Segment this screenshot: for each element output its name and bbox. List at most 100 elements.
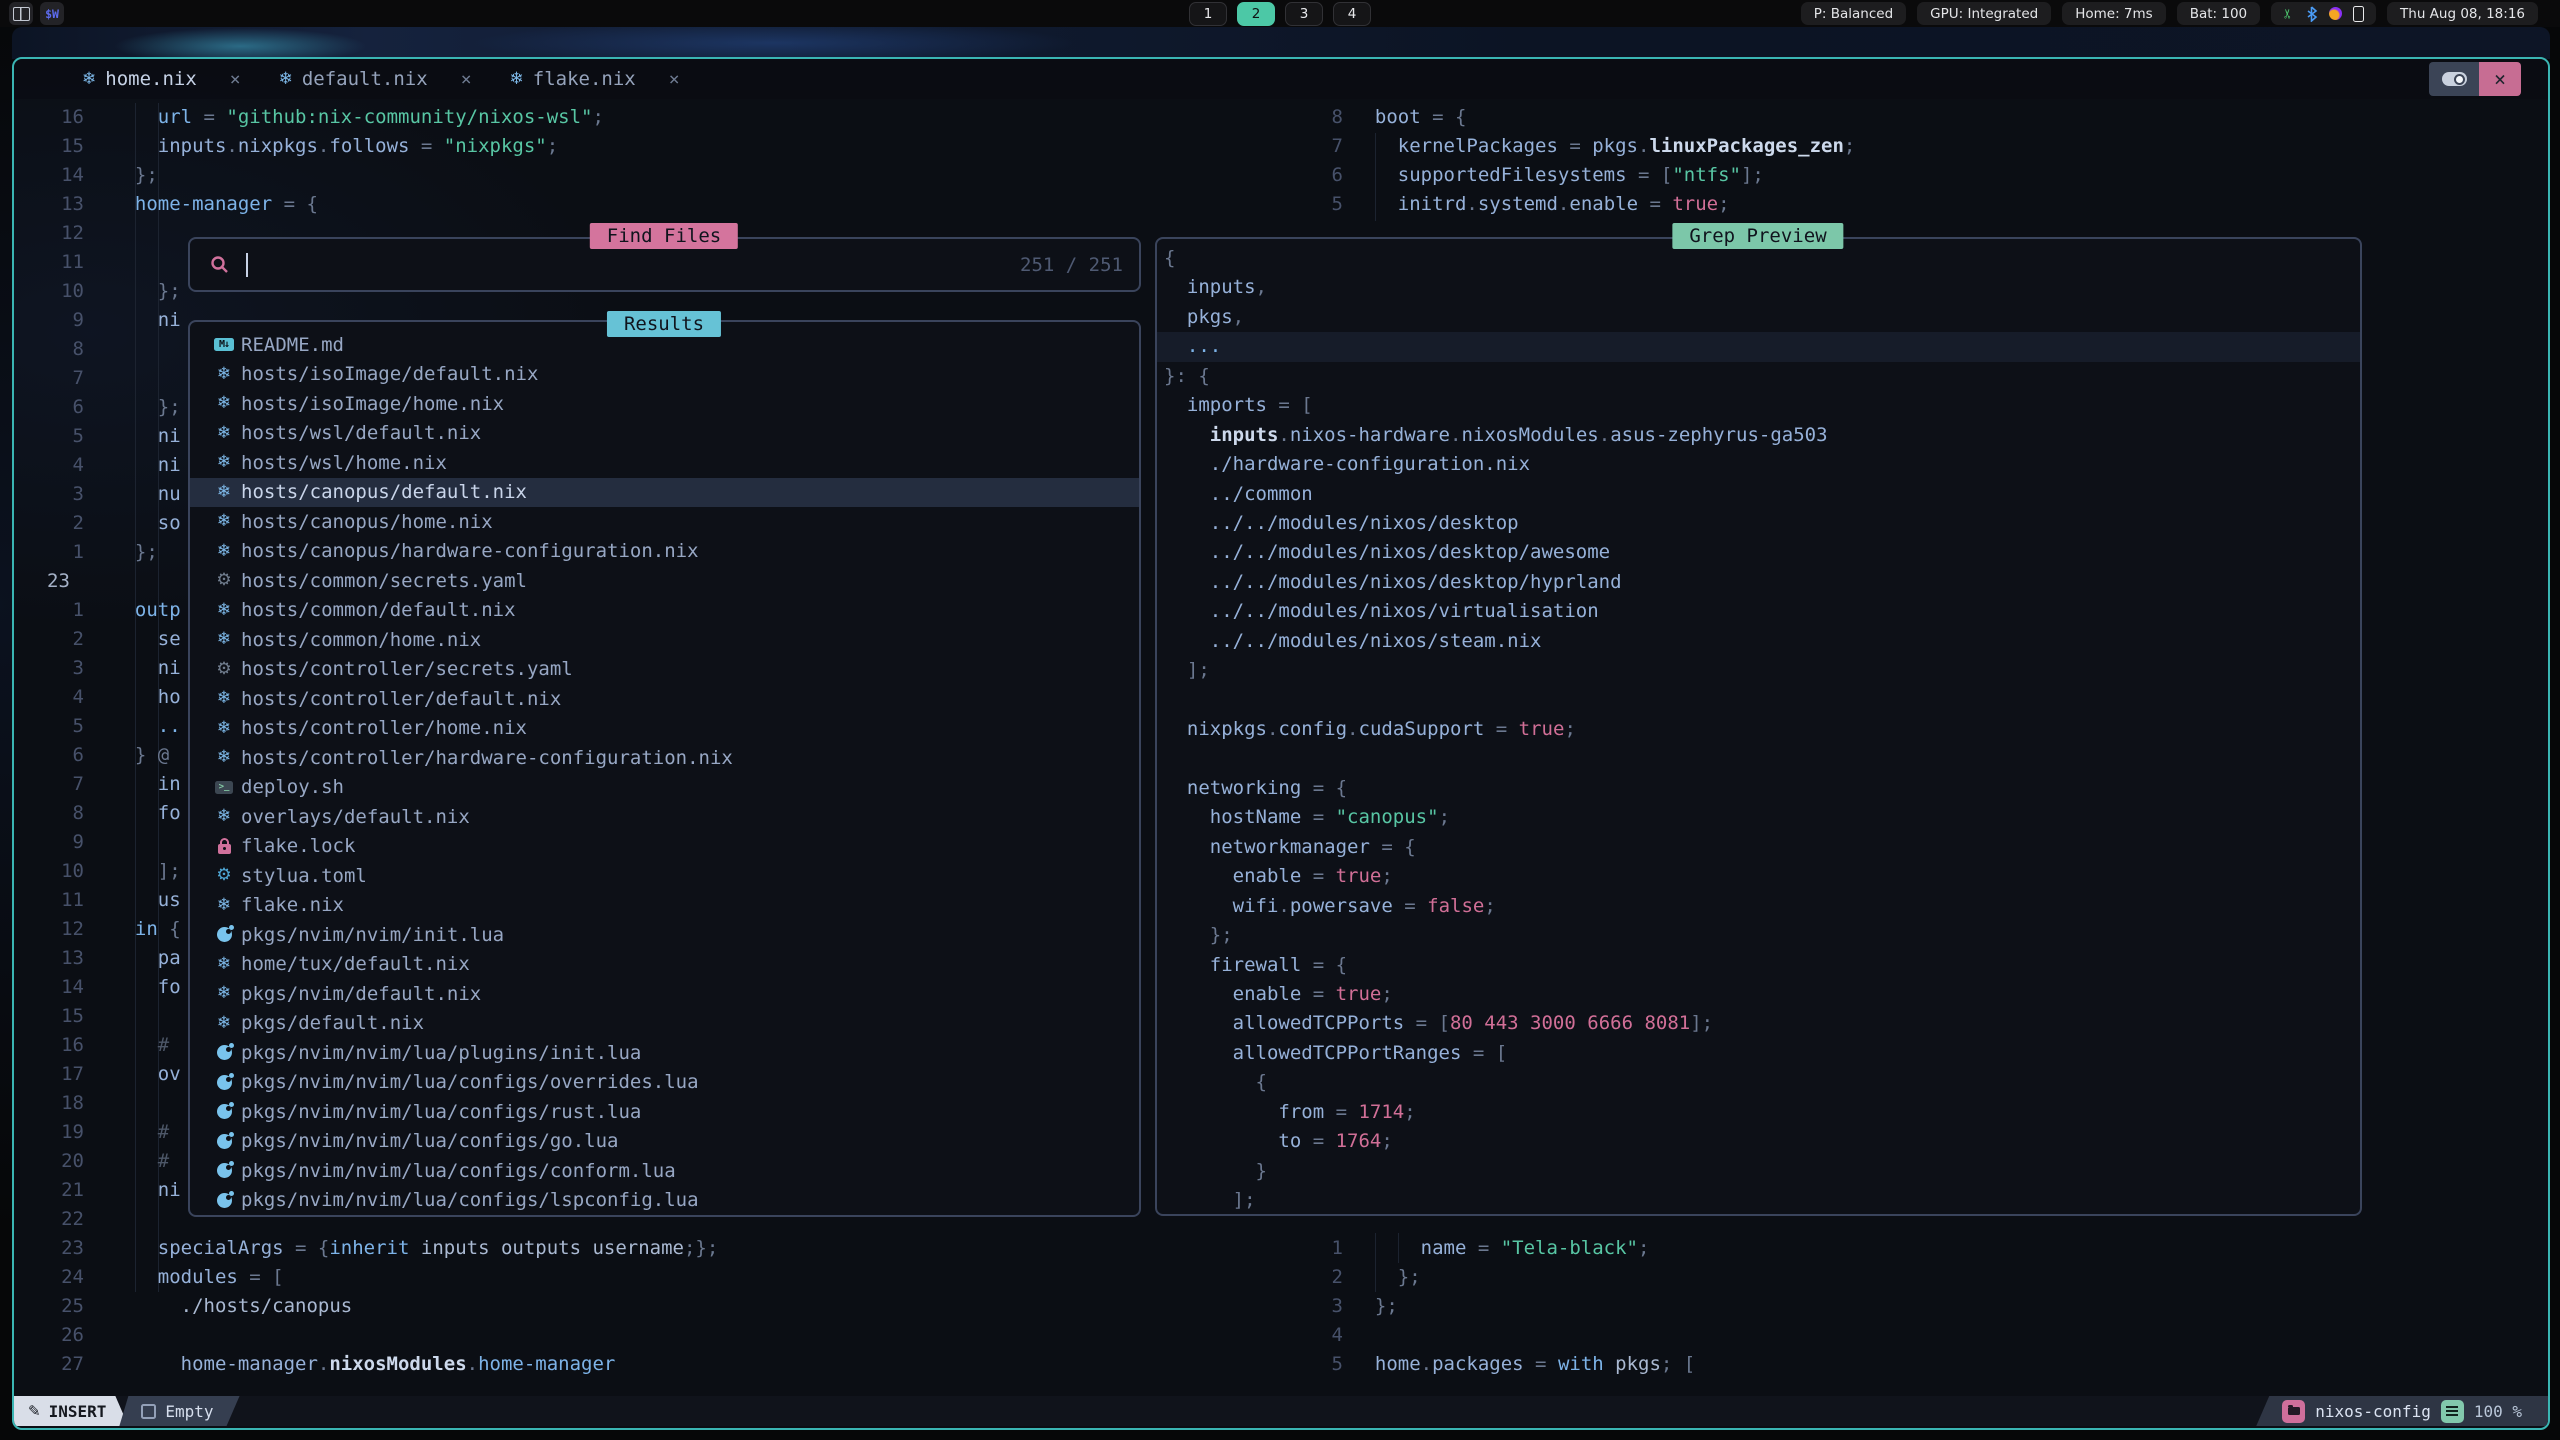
file-indicator: Empty <box>119 1396 239 1426</box>
statusline: ✎ INSERT Empty nixos-config 100 % <box>14 1396 2548 1426</box>
module-gpu: GPU: Integrated <box>1917 2 2051 25</box>
workspace-2[interactable]: 2 <box>1237 2 1275 26</box>
result-row[interactable]: pkgs/nvim/nvim/lua/plugins/init.lua <box>190 1038 1139 1068</box>
preview-line: to = 1764; <box>1164 1127 2360 1156</box>
result-row[interactable]: pkgs/nvim/nvim/lua/configs/lspconfig.lua <box>190 1186 1139 1216</box>
preview-line: }; <box>1164 921 2360 950</box>
text-cursor <box>246 253 248 277</box>
tab-default.nix[interactable]: ❄default.nix× <box>265 59 496 99</box>
result-path: hosts/wsl/default.nix <box>241 422 481 444</box>
app-launcher-button[interactable] <box>9 2 33 25</box>
nix-icon: ❄ <box>279 69 293 89</box>
result-row[interactable]: >_deploy.sh <box>190 773 1139 803</box>
nix-file-icon: ❄ <box>212 749 236 766</box>
results-list: M↓README.md❄hosts/isoImage/default.nix❄h… <box>190 322 1139 1215</box>
result-path: hosts/canopus/hardware-configuration.nix <box>241 540 699 562</box>
nix-file-icon: ❄ <box>212 956 236 973</box>
result-row[interactable]: ❄overlays/default.nix <box>190 802 1139 832</box>
buffer-icon <box>141 1404 156 1419</box>
privacy-dot-icon[interactable] <box>2329 7 2342 20</box>
window-controls: × <box>2429 62 2521 96</box>
tab-close-icon[interactable]: × <box>461 69 472 90</box>
result-row[interactable]: ❄ hosts/isoImage/home.nix <box>190 389 1139 419</box>
result-path: pkgs/nvim/default.nix <box>241 983 481 1005</box>
result-row[interactable]: pkgs/nvim/nvim/lua/configs/conform.lua <box>190 1156 1139 1186</box>
tab-close-icon[interactable]: × <box>230 69 241 90</box>
result-row[interactable]: ❄ hosts/wsl/default.nix <box>190 419 1139 449</box>
result-row[interactable]: flake.lock <box>190 832 1139 862</box>
status-modules: P: BalancedGPU: IntegratedHome: 7msBat: … <box>1801 2 2260 25</box>
result-row[interactable]: pkgs/nvim/nvim/lua/configs/overrides.lua <box>190 1068 1139 1098</box>
network-icon[interactable]: ✂ <box>2282 8 2295 19</box>
result-row[interactable]: ❄hosts/wsl/home.nix <box>190 448 1139 478</box>
module-home: Home: 7ms <box>2062 2 2165 25</box>
preview-line: ../../modules/nixos/desktop <box>1164 509 2360 538</box>
workspace-3[interactable]: 3 <box>1285 2 1323 26</box>
result-row[interactable]: ⚙hosts/common/secrets.yaml <box>190 566 1139 596</box>
preview-line: } <box>1164 1157 2360 1186</box>
workspace-1[interactable]: 1 <box>1189 2 1227 26</box>
preview-line: imports = [ <box>1164 391 2360 420</box>
bluetooth-icon[interactable] <box>2305 6 2318 22</box>
result-row[interactable]: pkgs/nvim/nvim/init.lua <box>190 920 1139 950</box>
preview-line <box>1164 744 2360 773</box>
preview-line: networkmanager = { <box>1164 833 2360 862</box>
result-row[interactable]: ⚙stylua.toml <box>190 861 1139 891</box>
result-path: pkgs/nvim/nvim/lua/configs/lspconfig.lua <box>241 1189 699 1211</box>
workspace-overview-button[interactable]: $W <box>40 2 64 25</box>
result-row[interactable]: ❄hosts/canopus/home.nix <box>190 507 1139 537</box>
tab-close-icon[interactable]: × <box>669 69 680 90</box>
close-icon: × <box>2494 67 2506 91</box>
code-line: 5 home.packages = with pkgs; [ <box>1304 1350 2544 1379</box>
nix-file-icon: ❄ <box>212 395 236 412</box>
result-row[interactable]: ❄hosts/canopus/default.nix <box>190 478 1139 508</box>
result-row[interactable]: ❄hosts/controller/home.nix <box>190 714 1139 744</box>
result-row[interactable]: pkgs/nvim/nvim/lua/configs/rust.lua <box>190 1097 1139 1127</box>
result-path: hosts/canopus/default.nix <box>241 481 527 503</box>
preview-line: nixpkgs.config.cudaSupport = true; <box>1164 715 2360 744</box>
scroll-percent: 100 % <box>2474 1402 2522 1421</box>
phone-icon[interactable] <box>2353 6 2364 22</box>
preview-line <box>1164 686 2360 715</box>
result-row[interactable]: pkgs/nvim/nvim/lua/configs/go.lua <box>190 1127 1139 1157</box>
tab-flake.nix[interactable]: ❄flake.nix× <box>496 59 704 99</box>
results-panel: M↓README.md❄hosts/isoImage/default.nix❄h… <box>188 320 1141 1217</box>
search-icon <box>210 255 229 274</box>
results-count: 251 / 251 <box>1020 254 1123 276</box>
result-row[interactable]: ❄hosts/common/home.nix <box>190 625 1139 655</box>
preview-line: ]; <box>1164 656 2360 685</box>
result-row[interactable]: ❄hosts/common/default.nix <box>190 596 1139 626</box>
window-close-button[interactable]: × <box>2479 62 2521 96</box>
nix-file-icon: ❄ <box>212 425 236 442</box>
result-row[interactable]: ❄pkgs/default.nix <box>190 1009 1139 1039</box>
lines-icon <box>2441 1400 2464 1423</box>
preview-line: allowedTCPPorts = [80 443 3000 6666 8081… <box>1164 1009 2360 1038</box>
preview-code: { inputs, pkgs, ...}: { imports = [ inpu… <box>1157 239 2360 1215</box>
preview-line: enable = true; <box>1164 980 2360 1009</box>
result-row[interactable]: ❄home/tux/default.nix <box>190 950 1139 980</box>
result-path: deploy.sh <box>241 776 344 798</box>
result-row[interactable]: ❄flake.nix <box>190 891 1139 921</box>
toggle-button[interactable] <box>2429 62 2479 96</box>
result-row[interactable]: ❄hosts/controller/default.nix <box>190 684 1139 714</box>
code-line: 15 inputs.nixpkgs.follows = "nixpkgs"; <box>14 132 1306 161</box>
tab-label: flake.nix <box>533 68 636 90</box>
preview-line: firewall = { <box>1164 951 2360 980</box>
result-path: hosts/isoImage/home.nix <box>241 393 504 415</box>
wallpaper <box>12 27 2550 59</box>
lua-file-icon <box>212 1045 236 1060</box>
status-bar: $W 1234 P: BalancedGPU: IntegratedHome: … <box>0 0 2560 27</box>
nix-file-icon: ❄ <box>212 1015 236 1032</box>
result-path: README.md <box>241 334 344 356</box>
result-row[interactable]: ❄hosts/controller/hardware-configuration… <box>190 743 1139 773</box>
result-row[interactable]: ⚙hosts/controller/secrets.yaml <box>190 655 1139 685</box>
results-title: Results <box>607 311 721 337</box>
result-row[interactable]: ❄pkgs/nvim/default.nix <box>190 979 1139 1009</box>
result-row[interactable]: ❄hosts/isoImage/default.nix <box>190 360 1139 390</box>
preview-line: wifi.powersave = false; <box>1164 892 2360 921</box>
tab-home.nix[interactable]: ❄home.nix× <box>68 59 265 99</box>
code-line: 2 }; <box>1304 1263 2544 1292</box>
result-row[interactable]: ❄hosts/canopus/hardware-configuration.ni… <box>190 537 1139 567</box>
file-label: Empty <box>165 1402 213 1421</box>
workspace-4[interactable]: 4 <box>1333 2 1371 26</box>
